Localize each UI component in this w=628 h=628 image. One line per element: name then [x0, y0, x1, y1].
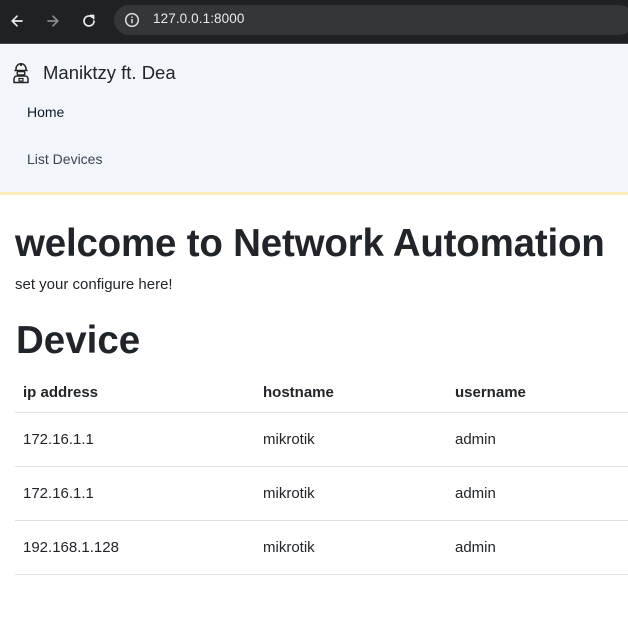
address-bar[interactable]: 127.0.0.1:8000 — [114, 5, 628, 35]
forward-button[interactable] — [40, 9, 66, 33]
column-header-username: username — [447, 374, 628, 413]
arrow-right-icon — [47, 15, 59, 27]
navbar: Maniktzy ft. Dea Home List Devices — [0, 45, 628, 195]
brand[interactable]: Maniktzy ft. Dea — [10, 62, 176, 84]
cell-ip-address: 172.16.1.1 — [15, 412, 255, 467]
info-icon[interactable] — [124, 12, 140, 28]
cell-ip-address: 192.168.1.128 — [15, 520, 255, 575]
table-row: 192.168.1.128 mikrotik admin — [15, 520, 628, 575]
url-text: 127.0.0.1:8000 — [153, 11, 245, 26]
devices-table: ip address hostname username 172.16.1.1 … — [15, 374, 628, 575]
column-header-hostname: hostname — [255, 374, 447, 413]
nav-link-list-devices[interactable]: List Devices — [27, 151, 102, 167]
nav-link-home[interactable]: Home — [27, 104, 64, 120]
table-header-row: ip address hostname username — [15, 374, 628, 413]
table-row: 172.16.1.1 mikrotik admin — [15, 412, 628, 467]
table-row: 172.16.1.1 mikrotik admin — [15, 466, 628, 521]
section-heading: Device — [16, 319, 141, 362]
column-header-ip-address: ip address — [15, 374, 255, 413]
page-subtitle: set your configure here! — [15, 276, 173, 293]
brand-name: Maniktzy ft. Dea — [43, 62, 176, 83]
cell-username: admin — [447, 412, 628, 467]
reload-icon — [83, 14, 95, 27]
browser-toolbar: 127.0.0.1:8000 — [0, 0, 628, 44]
arrow-left-icon — [11, 15, 23, 27]
cell-hostname: mikrotik — [255, 520, 447, 575]
cell-username: admin — [447, 466, 628, 521]
reload-button[interactable] — [76, 9, 102, 33]
page-title: welcome to Network Automation — [15, 222, 605, 265]
cell-hostname: mikrotik — [255, 466, 447, 521]
back-button[interactable] — [4, 9, 30, 33]
robot-icon — [13, 63, 29, 84]
cell-hostname: mikrotik — [255, 412, 447, 467]
cell-ip-address: 172.16.1.1 — [15, 466, 255, 521]
cell-username: admin — [447, 520, 628, 575]
